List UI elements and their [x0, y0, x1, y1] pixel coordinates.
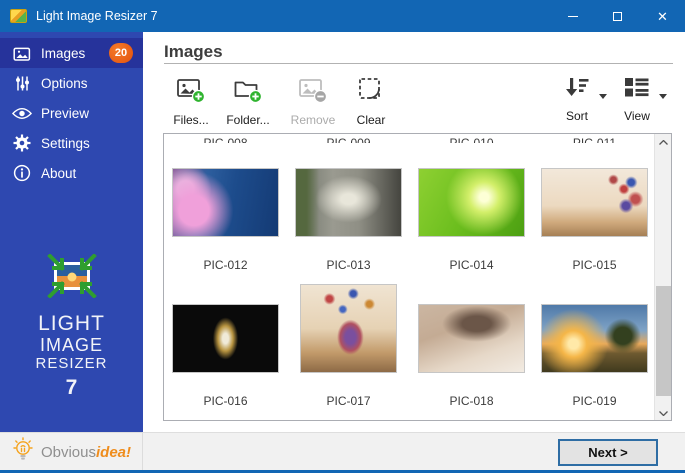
grid-cell: PIC-019	[533, 284, 656, 408]
add-folder-icon	[233, 76, 263, 109]
brand-logo[interactable]: Obviousidea!	[0, 433, 143, 471]
thumbnail-label: PIC-017	[326, 394, 370, 408]
footer: Obviousidea! Next >	[0, 432, 685, 470]
sidebar-item-settings[interactable]: Settings	[0, 128, 143, 158]
clear-label: Clear	[357, 113, 386, 127]
grid-row: PIC-012 PIC-013 PIC-014 PIC-015	[164, 148, 656, 272]
thumbnail-label: PIC-018	[449, 394, 493, 408]
sliders-icon	[12, 73, 32, 93]
scrollbar-thumb[interactable]	[656, 286, 671, 396]
sidebar-item-label: Options	[41, 76, 143, 91]
lightbulb-icon	[11, 437, 35, 468]
minimize-button[interactable]	[550, 0, 595, 32]
gear-icon	[12, 133, 32, 153]
app-window: Light Image Resizer 7 ✕ Images 20 Option…	[0, 0, 685, 473]
thumbnail-image[interactable]	[172, 304, 279, 373]
view-dropdown-arrow[interactable]	[659, 94, 667, 99]
sort-button[interactable]: Sort	[555, 76, 599, 123]
add-folder-button[interactable]: Folder...	[220, 76, 276, 127]
thumbnail-image[interactable]	[172, 168, 279, 237]
thumbnail-image[interactable]	[418, 304, 525, 373]
logo-version: 7	[0, 376, 143, 400]
brand-text: Obviousidea!	[41, 444, 131, 461]
thumbnail-label: PIC-015	[572, 258, 616, 272]
grid-cell: PIC-012	[164, 148, 287, 272]
image-grid: PIC-008 PIC-009 PIC-010 PIC-011 PIC-012 …	[163, 133, 672, 421]
remove-button[interactable]: Remove	[285, 76, 341, 127]
logo-line-3: RESIZER	[0, 355, 143, 372]
grid-cell: PIC-015	[533, 148, 656, 272]
sidebar-item-images[interactable]: Images 20	[0, 38, 143, 68]
thumbnail-image[interactable]	[418, 168, 525, 237]
clear-icon	[356, 76, 386, 109]
add-files-button[interactable]: Files...	[163, 76, 219, 127]
maximize-icon	[613, 12, 622, 21]
sidebar-item-about[interactable]: About	[0, 158, 143, 188]
scroll-up-icon[interactable]	[655, 134, 672, 151]
clipped-row: PIC-008 PIC-009 PIC-010 PIC-011	[164, 134, 656, 143]
sidebar-item-label: Preview	[41, 106, 143, 121]
thumbnail-image[interactable]	[300, 284, 397, 373]
grid-cell: PIC-017	[287, 284, 410, 408]
thumbnail-image[interactable]	[541, 304, 648, 373]
thumbnail-label: PIC-013	[326, 258, 370, 272]
sidebar-item-options[interactable]: Options	[0, 68, 143, 98]
sort-icon	[564, 76, 590, 105]
clear-button[interactable]: Clear	[343, 76, 399, 127]
logo-line-1: LIGHT	[0, 313, 143, 336]
resizer-logo-icon	[46, 254, 98, 303]
eye-icon	[12, 103, 32, 123]
add-folder-label: Folder...	[226, 113, 269, 127]
clipped-cell: PIC-011	[533, 134, 656, 143]
sidebar-item-preview[interactable]: Preview	[0, 98, 143, 128]
app-logo: LIGHT IMAGE RESIZER 7	[0, 254, 143, 400]
add-files-label: Files...	[173, 113, 208, 127]
grid-cell: PIC-014	[410, 148, 533, 272]
close-button[interactable]: ✕	[640, 0, 685, 32]
add-files-icon	[176, 76, 206, 109]
sidebar-nav: Images 20 Options Preview Settings	[0, 32, 143, 188]
clipped-cell: PIC-009	[287, 134, 410, 143]
clipped-cell: PIC-008	[164, 134, 287, 143]
thumbnail-label: PIC-019	[572, 394, 616, 408]
sidebar-item-label: Settings	[41, 136, 143, 151]
thumbnail-label: PIC-016	[203, 394, 247, 408]
images-count-badge: 20	[109, 43, 133, 63]
view-button[interactable]: View	[615, 76, 659, 123]
main-panel: Images Files... Folder... Remove Cl	[143, 32, 685, 432]
sort-dropdown-arrow[interactable]	[599, 94, 607, 99]
view-icon	[624, 76, 650, 105]
grid-cell: PIC-016	[164, 284, 287, 408]
clipped-cell: PIC-010	[410, 134, 533, 143]
sort-label: Sort	[566, 109, 588, 123]
grid-cell: PIC-018	[410, 284, 533, 408]
scrollbar[interactable]	[654, 134, 671, 421]
info-icon	[12, 163, 32, 183]
remove-icon	[298, 76, 328, 109]
thumbnail-label: PIC-014	[449, 258, 493, 272]
grid-content: PIC-008 PIC-009 PIC-010 PIC-011 PIC-012 …	[164, 134, 656, 421]
page-title: Images	[164, 42, 223, 62]
next-button[interactable]: Next >	[558, 439, 658, 466]
window-title: Light Image Resizer 7	[36, 9, 550, 23]
maximize-button[interactable]	[595, 0, 640, 32]
minimize-icon	[568, 16, 578, 17]
view-label: View	[624, 109, 650, 123]
titlebar: Light Image Resizer 7 ✕	[0, 0, 685, 32]
thumbnail-image[interactable]	[295, 168, 402, 237]
images-icon	[12, 43, 32, 63]
grid-cell: PIC-013	[287, 148, 410, 272]
grid-row: PIC-016 PIC-017 PIC-018 PIC-019	[164, 284, 656, 408]
thumbnail-image[interactable]	[541, 168, 648, 237]
app-icon	[10, 9, 27, 23]
sidebar-item-label: Images	[41, 46, 109, 61]
close-icon: ✕	[657, 10, 668, 23]
scroll-down-icon[interactable]	[655, 405, 672, 421]
sidebar: Images 20 Options Preview Settings	[0, 32, 143, 432]
sidebar-item-label: About	[41, 166, 143, 181]
thumbnail-label: PIC-012	[203, 258, 247, 272]
logo-line-2: IMAGE	[0, 336, 143, 355]
heading-divider	[164, 63, 673, 64]
remove-label: Remove	[291, 113, 336, 127]
